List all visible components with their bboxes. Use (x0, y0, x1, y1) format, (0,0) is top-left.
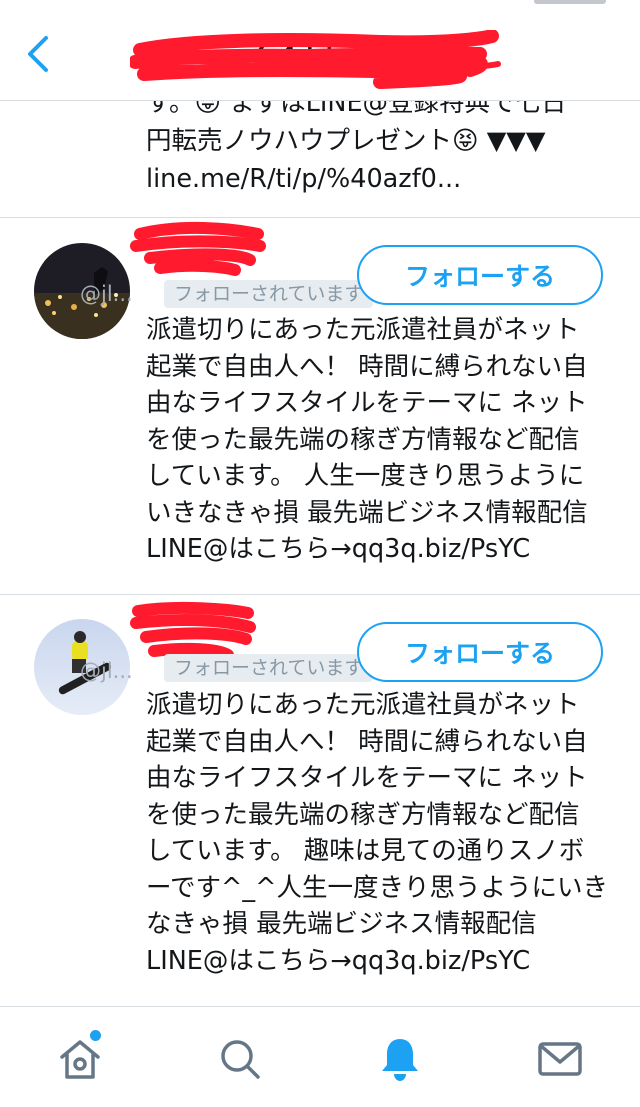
tab-notifications[interactable] (376, 1035, 424, 1083)
bio-line: 派遣切りにあった元派遣社員がネット (146, 690, 580, 720)
partial-bio: す。😝 まずはLINE@登録特典で七日 円転売ノウハウプレゼント😝 ▼▼▼ li… (146, 100, 616, 198)
bio-line: LINE@はこちら→qq3q.biz/PsYC (146, 945, 531, 976)
bio-line: 円転売ノウハウプレゼント😝 ▼▼▼ (146, 126, 546, 156)
bio-line: いきなきゃ損 最先端ビジネス情報配信 (146, 497, 588, 528)
follows-you-badge: フォローされています (164, 280, 374, 308)
followers-list[interactable]: す。😝 まずはLINE@登録特典で七日 円転売ノウハウプレゼント😝 ▼▼▼ li… (0, 100, 640, 1005)
tab-bar (0, 1006, 640, 1107)
bio-line: を使った最先端の稼ぎ方情報など配信 (146, 424, 580, 455)
user-handle: @jl... (80, 659, 133, 683)
tab-messages[interactable] (536, 1035, 584, 1083)
bio-line: ーです^_^人生一度きり思うようにいき (146, 872, 608, 903)
bio-line: LINE@はこちら→qq3q.biz/PsYC (146, 534, 531, 564)
new-content-dot (90, 1030, 101, 1041)
user-bio: 派遣切りにあった元派遣社員がネット 起業で自由人へ！ 時間に縛られない自 由なラ… (146, 687, 610, 979)
bio-line: 派遣切りにあった元派遣社員がネット (146, 315, 580, 345)
notifications-bell-icon (382, 1039, 418, 1081)
user-handle: @jl... (80, 282, 133, 306)
bio-line: す。😝 まずはLINE@登録特典で七日 (146, 100, 567, 118)
tab-home[interactable] (56, 1030, 104, 1083)
bio-line: 由なライフスタイルをテーマに ネット (146, 763, 588, 793)
bio-line: 起業で自由人へ！ 時間に縛られない自 (146, 726, 588, 757)
tab-search[interactable] (216, 1035, 264, 1083)
bio-line: line.me/R/ti/p/%40azf0... (146, 164, 462, 194)
bio-line: なきゃ損 最先端ビジネス情報配信 (146, 909, 537, 939)
user-cell[interactable]: @jl... フォローされています フォローする 派遣切りにあった元派遣社員がネ… (0, 595, 640, 1005)
home-icon (60, 1040, 100, 1079)
bio-line: 由なライフスタイルをテーマに ネット (146, 388, 588, 418)
messages-icon (538, 1042, 582, 1076)
user-cell[interactable]: @jl... フォローされています フォローする 派遣切りにあった元派遣社員がネ… (0, 218, 640, 594)
follow-button[interactable]: フォローする (357, 245, 603, 305)
follows-you-badge: フォローされています (164, 654, 374, 682)
redaction-scribble (130, 30, 501, 89)
search-icon (221, 1040, 260, 1079)
bio-line: 起業で自由人へ！ 時間に縛られない自 (146, 351, 588, 382)
redaction-scribble (130, 221, 266, 276)
nav-header: フォロワー (0, 0, 640, 101)
user-bio: 派遣切りにあった元派遣社員がネット 起業で自由人へ！ 時間に縛られない自 由なラ… (146, 312, 610, 568)
follow-button[interactable]: フォローする (357, 622, 603, 682)
bio-line: を使った最先端の稼ぎ方情報など配信 (146, 799, 580, 830)
bio-line: しています。 人生一度きり思うように (146, 461, 585, 491)
status-bar-indicator (534, 0, 606, 4)
bio-line: しています。 趣味は見ての通りスノボ (146, 836, 585, 866)
